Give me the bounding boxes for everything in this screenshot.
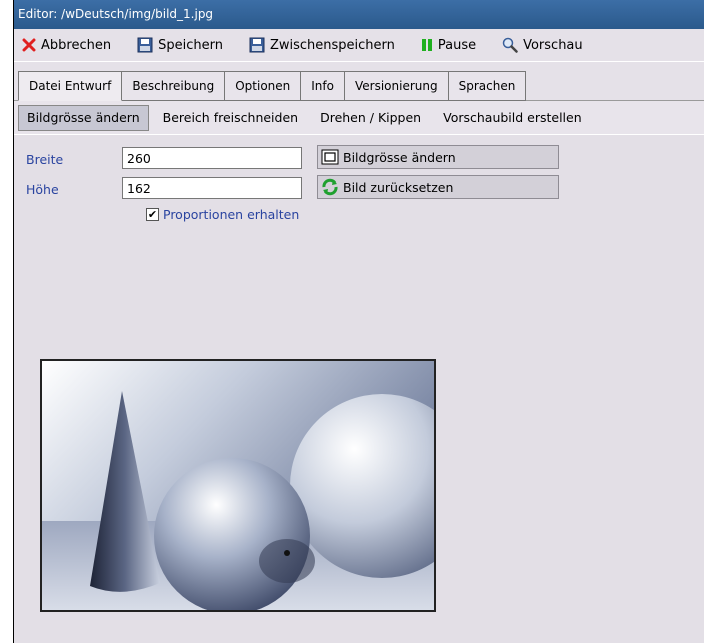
image-preview-graphic: [42, 361, 434, 610]
subtab-resize[interactable]: Bildgrösse ändern: [18, 104, 149, 131]
save-temp-label: Zwischenspeichern: [269, 37, 395, 53]
width-input[interactable]: [122, 147, 302, 169]
tab-beschreibung[interactable]: Beschreibung: [122, 71, 226, 101]
tab-bar: Datei Entwurf Beschreibung Optionen Info…: [14, 62, 704, 101]
cancel-button[interactable]: Abbrechen: [14, 32, 119, 58]
reset-image-button[interactable]: Bild zurücksetzen: [317, 175, 559, 199]
preview-button[interactable]: Vorschau: [494, 32, 591, 58]
toolbar: Abbrechen Speichern Zwischenspeichern Pa…: [14, 29, 704, 62]
editor-window: Editor: /wDeutsch/img/bild_1.jpg Abbrech…: [13, 0, 704, 643]
tab-sprachen[interactable]: Sprachen: [448, 71, 527, 101]
reset-image-label: Bild zurücksetzen: [343, 179, 454, 195]
height-label: Höhe: [26, 182, 59, 197]
floppy-disk-icon: [137, 37, 153, 53]
window-title: Editor: /wDeutsch/img/bild_1.jpg: [18, 7, 214, 21]
close-icon: [22, 38, 36, 52]
tab-versionierung[interactable]: Versionierung: [344, 71, 449, 101]
save-temp-button[interactable]: Zwischenspeichern: [241, 32, 403, 58]
subtab-crop[interactable]: Bereich freischneiden: [155, 106, 306, 130]
keep-proportions-label: Proportionen erhalten: [163, 207, 300, 222]
pause-icon: [421, 39, 432, 51]
resize-image-button[interactable]: Bildgrösse ändern: [317, 145, 559, 169]
pause-label: Pause: [437, 37, 477, 53]
refresh-icon: [322, 178, 338, 196]
save-label: Speichern: [158, 37, 223, 53]
magnifier-icon: [502, 37, 518, 53]
width-label: Breite: [26, 152, 64, 167]
preview-label: Vorschau: [523, 37, 583, 53]
height-input[interactable]: [122, 177, 302, 199]
title-bar: Editor: /wDeutsch/img/bild_1.jpg: [14, 0, 704, 29]
subtab-thumbnail[interactable]: Vorschaubild erstellen: [435, 106, 590, 130]
resize-image-label: Bildgrösse ändern: [343, 149, 456, 165]
checkbox-box[interactable]: ✔: [146, 208, 159, 221]
tab-optionen[interactable]: Optionen: [225, 71, 302, 101]
keep-proportions-checkbox[interactable]: ✔ Proportionen erhalten: [146, 207, 299, 222]
subtab-bar: Bildgrösse ändern Bereich freischneiden …: [14, 101, 704, 134]
resize-icon: [321, 149, 339, 165]
floppy-disk-icon: [249, 37, 265, 53]
tab-datei-entwurf[interactable]: Datei Entwurf: [18, 71, 123, 101]
cancel-label: Abbrechen: [41, 37, 112, 53]
resize-panel: Breite Höhe Bildgrösse ändern Bild zurüc…: [14, 134, 704, 640]
save-button[interactable]: Speichern: [129, 32, 231, 58]
pause-button[interactable]: Pause: [413, 32, 484, 58]
tab-info[interactable]: Info: [301, 71, 345, 101]
subtab-rotate-flip[interactable]: Drehen / Kippen: [312, 106, 429, 130]
image-preview: [40, 359, 436, 612]
